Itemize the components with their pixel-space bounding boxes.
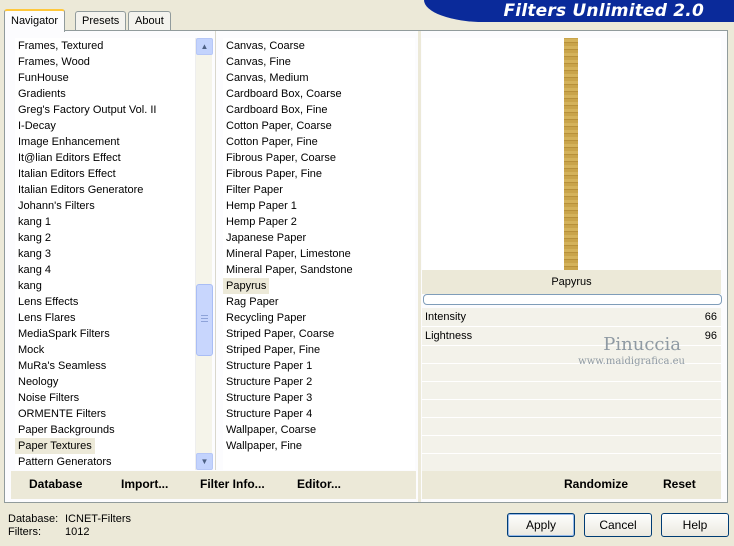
watermark-url: www.maidigrafica.eu	[578, 356, 685, 367]
pane-divider	[418, 31, 421, 502]
category-item[interactable]: Neology	[15, 374, 195, 390]
scroll-up-button[interactable]: ▲	[196, 38, 213, 55]
navigator-panel: Frames, Textured Frames, Wood FunHouse Grad…	[4, 30, 728, 503]
param-value[interactable]: 96	[705, 327, 717, 345]
scroll-down-button[interactable]: ▼	[196, 453, 213, 470]
filter-list[interactable]: Canvas, Coarse Canvas, Fine Canvas, Medium…	[223, 38, 415, 470]
filters-label: Filters:	[8, 526, 41, 538]
category-item[interactable]: Lens Flares	[15, 310, 195, 326]
filters-info: Filters: 1012	[8, 526, 89, 538]
help-button[interactable]: Help	[661, 513, 729, 537]
preview-button-row: Randomize Reset	[422, 471, 721, 499]
filter-item[interactable]: Structure Paper 3	[223, 390, 415, 406]
category-item[interactable]: Image Enhancement	[15, 134, 195, 150]
filter-item[interactable]: Fibrous Paper, Coarse	[223, 150, 415, 166]
category-item[interactable]: kang	[15, 278, 195, 294]
list-divider	[215, 31, 216, 470]
randomize-button[interactable]: Randomize	[564, 477, 628, 491]
category-item[interactable]: It@lian Editors Effect	[15, 150, 195, 166]
watermark-name: Pinuccia	[603, 334, 681, 355]
parameter-list: Intensity 66 Lightness 96 Pinuccia www.m…	[422, 308, 721, 476]
category-item[interactable]: kang 1	[15, 214, 195, 230]
category-item[interactable]: Noise Filters	[15, 390, 195, 406]
preview-filter-name: Papyrus	[422, 270, 721, 294]
category-list[interactable]: Frames, Textured Frames, Wood FunHouse Grad…	[15, 38, 195, 470]
category-item[interactable]: Mock	[15, 342, 195, 358]
category-item[interactable]: kang 4	[15, 262, 195, 278]
database-button[interactable]: Database	[29, 477, 82, 491]
category-item[interactable]: Italian Editors Effect	[15, 166, 195, 182]
filter-item[interactable]: Wallpaper, Coarse	[223, 422, 415, 438]
category-item[interactable]: kang 2	[15, 230, 195, 246]
filter-item[interactable]: Filter Paper	[223, 182, 415, 198]
filter-item[interactable]: Cardboard Box, Coarse	[223, 86, 415, 102]
category-item[interactable]: Paper Backgrounds	[15, 422, 195, 438]
filter-item[interactable]: Rag Paper	[223, 294, 415, 310]
filter-item[interactable]: Hemp Paper 1	[223, 198, 415, 214]
filter-item[interactable]: Fibrous Paper, Fine	[223, 166, 415, 182]
progress-bar	[423, 294, 722, 305]
category-item[interactable]: ORMENTE Filters	[15, 406, 195, 422]
filter-item[interactable]: Hemp Paper 2	[223, 214, 415, 230]
app-title: Filters Unlimited 2.0	[503, 1, 704, 21]
filter-item[interactable]: Canvas, Medium	[223, 70, 415, 86]
category-item[interactable]: kang 3	[15, 246, 195, 262]
apply-button[interactable]: Apply	[507, 513, 575, 537]
param-label: Lightness	[425, 330, 473, 342]
filter-item[interactable]: Striped Paper, Coarse	[223, 326, 415, 342]
category-item[interactable]: Johann's Filters	[15, 198, 195, 214]
filter-item[interactable]: Mineral Paper, Limestone	[223, 246, 415, 262]
filter-item[interactable]: Papyrus	[223, 278, 415, 294]
filter-item[interactable]: Wallpaper, Fine	[223, 438, 415, 454]
filter-item[interactable]: Cardboard Box, Fine	[223, 102, 415, 118]
filters-count: 1012	[65, 526, 90, 538]
category-item[interactable]: Pattern Generators	[15, 454, 195, 470]
category-item[interactable]: Frames, Wood	[15, 54, 195, 70]
tab-presets[interactable]: Presets	[75, 11, 127, 30]
database-value: ICNET-Filters	[65, 513, 131, 525]
filter-item[interactable]: Cotton Paper, Coarse	[223, 118, 415, 134]
category-item[interactable]: Greg's Factory Output Vol. II	[15, 102, 195, 118]
scroll-thumb[interactable]	[196, 284, 213, 356]
preview-area	[422, 38, 721, 270]
category-item[interactable]: Frames, Textured	[15, 38, 195, 54]
filter-item[interactable]: Canvas, Coarse	[223, 38, 415, 54]
category-scrollbar[interactable]: ▲ ▼	[195, 38, 213, 470]
filter-item[interactable]: Structure Paper 1	[223, 358, 415, 374]
category-item[interactable]: Paper Textures	[15, 438, 195, 454]
tab-navigator[interactable]: Navigator	[4, 9, 66, 32]
filter-item[interactable]: Recycling Paper	[223, 310, 415, 326]
filter-item[interactable]: Japanese Paper	[223, 230, 415, 246]
category-item[interactable]: MuRa's Seamless	[15, 358, 195, 374]
title-banner: Filters Unlimited 2.0	[424, 0, 734, 22]
category-item[interactable]: Gradients	[15, 86, 195, 102]
category-item[interactable]: I-Decay	[15, 118, 195, 134]
database-info: Database: ICNET-Filters	[8, 513, 131, 525]
category-item-selected[interactable]: Paper Textures	[15, 438, 95, 454]
database-label: Database:	[8, 513, 59, 525]
filter-item[interactable]: Mineral Paper, Sandstone	[223, 262, 415, 278]
param-intensity[interactable]: Intensity 66	[422, 308, 721, 327]
filter-item[interactable]: Structure Paper 2	[223, 374, 415, 390]
category-item[interactable]: FunHouse	[15, 70, 195, 86]
param-value[interactable]: 66	[705, 308, 717, 326]
tab-about[interactable]: About	[128, 11, 171, 30]
import-button[interactable]: Import...	[121, 477, 168, 491]
texture-preview	[564, 38, 578, 270]
category-item[interactable]: Italian Editors Generatore	[15, 182, 195, 198]
editor-button[interactable]: Editor...	[297, 477, 341, 491]
filter-item[interactable]: Canvas, Fine	[223, 54, 415, 70]
category-item[interactable]: MediaSpark Filters	[15, 326, 195, 342]
filter-item-selected[interactable]: Papyrus	[223, 278, 270, 294]
navigator-button-row: Database Import... Filter Info... Editor…	[11, 471, 416, 499]
category-item[interactable]: Lens Effects	[15, 294, 195, 310]
reset-button[interactable]: Reset	[663, 477, 696, 491]
filter-info-button[interactable]: Filter Info...	[200, 477, 265, 491]
param-label: Intensity	[425, 311, 466, 323]
filter-item[interactable]: Cotton Paper, Fine	[223, 134, 415, 150]
filter-item[interactable]: Structure Paper 4	[223, 406, 415, 422]
filter-item[interactable]: Striped Paper, Fine	[223, 342, 415, 358]
cancel-button[interactable]: Cancel	[584, 513, 652, 537]
